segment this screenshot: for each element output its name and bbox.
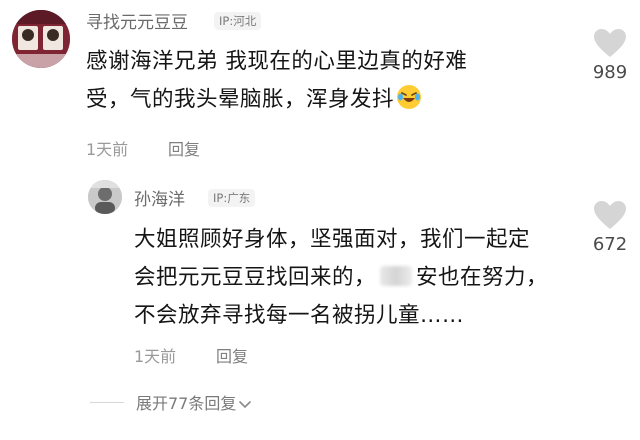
reply-ip-badge: IP:广东 bbox=[208, 189, 256, 207]
comment-text-line-with-emoji: 受，气的我头晕脑胀，浑身发抖 bbox=[86, 81, 556, 119]
reply-like-count: 672 bbox=[592, 234, 628, 255]
comment-like-count: 989 bbox=[592, 62, 628, 83]
reply-text-segment: 会把元元豆豆找回来的， bbox=[134, 265, 377, 290]
avatar-reply-author[interactable] bbox=[88, 180, 122, 214]
reply-text: 大姐照顾好身体，坚强面对，我们一起定 会把元元豆豆找回来的， 安也在努力， 不会放… bbox=[134, 221, 574, 335]
comment-author-name[interactable]: 寻找元元豆豆 bbox=[86, 8, 188, 33]
comment-text-line: 感谢海洋兄弟 我现在的心里边真的好难 bbox=[86, 49, 468, 74]
reply-text-line: 大姐照顾好身体，坚强面对，我们一起定 bbox=[134, 227, 531, 252]
comment-text: 感谢海洋兄弟 我现在的心里边真的好难 受，气的我头晕脑胀，浑身发抖 bbox=[86, 43, 556, 119]
reply-timestamp: 1天前 bbox=[134, 347, 177, 366]
chevron-down-icon bbox=[239, 401, 252, 409]
reply-text-line-with-blur: 会把元元豆豆找回来的， 安也在努力， bbox=[134, 259, 574, 297]
laughing-crying-emoji-icon bbox=[396, 84, 422, 110]
reply-text-line: 不会放弃寻找每一名被拐儿童…… bbox=[134, 303, 465, 328]
reply-text-segment: 安也在努力， bbox=[416, 265, 549, 290]
reply-reply-button[interactable]: 回复 bbox=[216, 343, 248, 367]
avatar-main-commenter[interactable] bbox=[12, 10, 70, 68]
expand-divider bbox=[90, 402, 124, 403]
avatar-image bbox=[88, 180, 122, 214]
reply-author-name[interactable]: 孙海洋 bbox=[134, 185, 185, 210]
comment-like: 989 bbox=[578, 28, 640, 83]
expand-replies-button[interactable]: 展开77条回复 bbox=[136, 390, 252, 414]
comment-timestamp: 1天前 bbox=[86, 140, 129, 159]
comment-text-line: 受，气的我头晕脑胀，浑身发抖 bbox=[86, 87, 395, 112]
blurred-word bbox=[380, 266, 413, 286]
comment-ip-badge: IP:河北 bbox=[214, 12, 262, 30]
comment-reply-button[interactable]: 回复 bbox=[168, 136, 200, 160]
heart-icon[interactable] bbox=[593, 200, 627, 230]
expand-replies-label: 展开77条回复 bbox=[136, 394, 237, 413]
reply-like: 672 bbox=[578, 200, 640, 255]
heart-icon[interactable] bbox=[593, 28, 627, 58]
avatar-image bbox=[12, 10, 70, 68]
